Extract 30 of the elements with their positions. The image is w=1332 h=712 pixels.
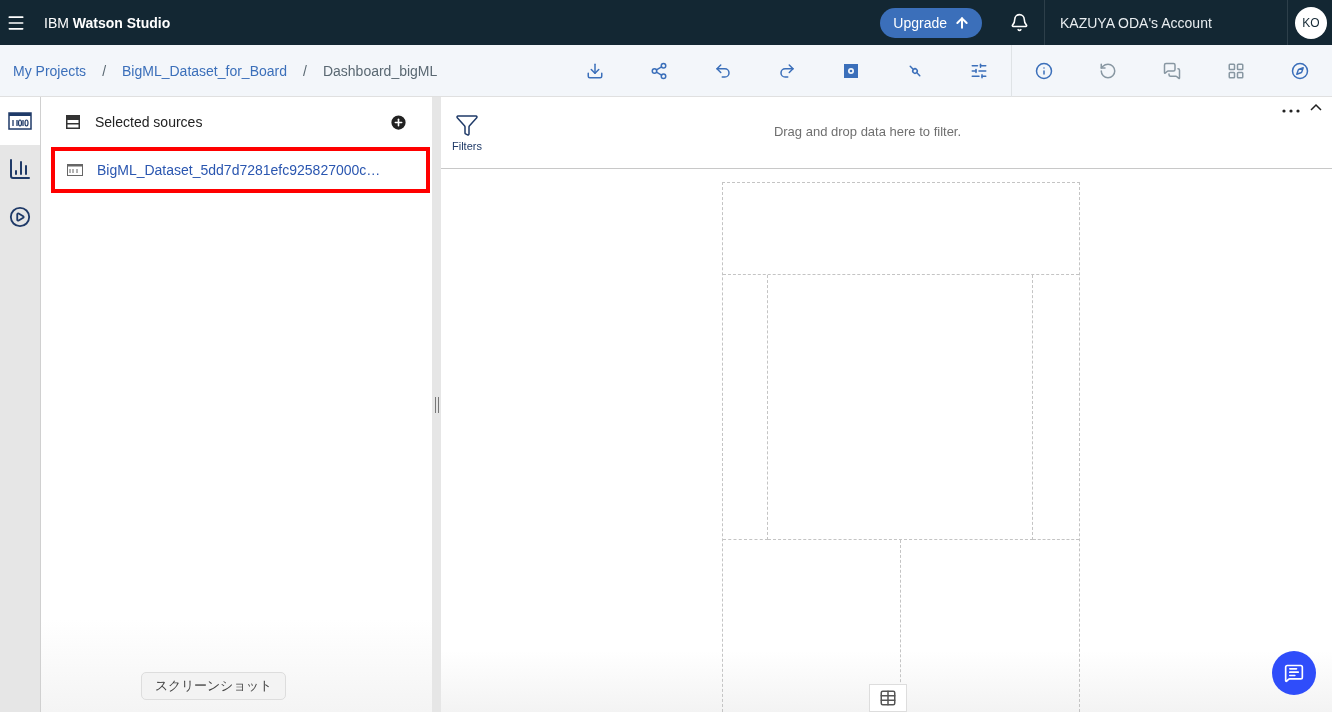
filter-icon	[455, 113, 479, 137]
chevron-up-icon[interactable]	[1310, 103, 1322, 111]
breadcrumb-link[interactable]: BigML_Dataset_for_Board	[122, 62, 287, 79]
chat-icon	[1284, 663, 1304, 683]
panel-title: Selected sources	[95, 114, 204, 130]
filter-drop-hint: Drag and drop data here to filter.	[772, 124, 963, 139]
notifications-icon[interactable]	[1010, 13, 1029, 32]
user-avatar[interactable]: KO	[1295, 6, 1327, 39]
table-button[interactable]	[869, 684, 907, 712]
tooltip: スクリーンショット	[141, 672, 286, 700]
breadcrumb-separator: /	[303, 62, 307, 79]
add-icon[interactable]	[389, 112, 408, 132]
data-folder-icon	[8, 112, 32, 130]
data-folder-icon	[67, 164, 83, 176]
arrow-up-icon	[954, 14, 970, 31]
play-circle-icon	[9, 206, 31, 228]
more-icon[interactable]	[1282, 109, 1300, 113]
breadcrumb-separator: /	[102, 62, 106, 79]
server-icon	[65, 114, 81, 130]
current-page-name: Dashboard_bigML	[322, 62, 438, 79]
source-name[interactable]: BigML_Dataset_5dd7d7281efc925827000c…	[97, 162, 381, 178]
app-title: IBM Watson Studio	[44, 14, 172, 31]
upgrade-button[interactable]: Upgrade	[880, 7, 982, 38]
source-item[interactable]: BigML_Dataset_5dd7d7281efc925827000c…	[51, 147, 430, 193]
account-name[interactable]: KAZUYA ODA's Account	[1045, 14, 1287, 31]
filters-button[interactable]: Filters	[441, 97, 493, 152]
bar-chart-icon	[8, 157, 32, 181]
chat-button[interactable]	[1272, 651, 1316, 695]
table-icon	[879, 689, 897, 707]
breadcrumb-link[interactable]: My Projects	[13, 62, 87, 79]
